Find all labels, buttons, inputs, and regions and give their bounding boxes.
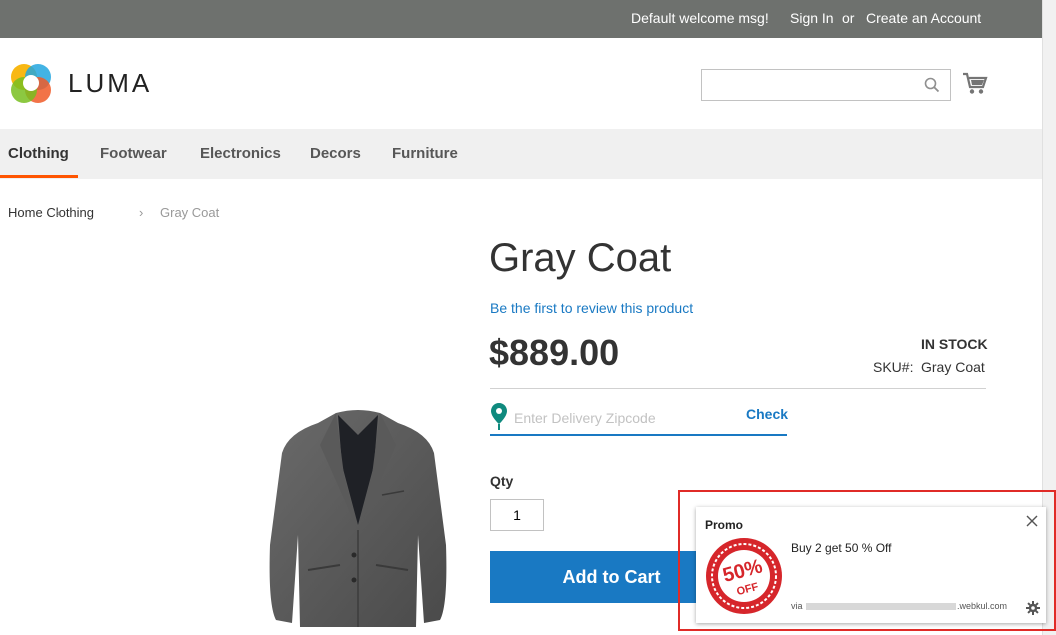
qty-input[interactable]	[490, 499, 544, 531]
brand-name: LUMA	[68, 68, 153, 98]
map-pin-icon	[490, 402, 508, 435]
luma-flower-icon	[11, 64, 51, 103]
welcome-message: Default welcome msg!	[631, 10, 769, 26]
breadcrumb-home[interactable]: Home	[8, 205, 43, 220]
search-box[interactable]	[701, 69, 951, 101]
nav-item-furniture[interactable]: Furniture	[392, 145, 458, 162]
nav-item-decors[interactable]: Decors	[310, 145, 361, 162]
sku-label: SKU#:	[873, 359, 914, 375]
breadcrumb-current: Gray Coat	[160, 205, 220, 220]
via-prefix: via	[791, 601, 803, 611]
promo-notification[interactable]: Promo 50% OFF Buy 2 get 50 % Off via .we…	[696, 507, 1046, 623]
review-link[interactable]: Be the first to review this product	[490, 300, 693, 316]
product-price: $889.00	[489, 332, 620, 373]
stock-status: IN STOCK	[921, 336, 988, 352]
gear-icon[interactable]	[1026, 601, 1040, 620]
nav-item-electronics[interactable]: Electronics	[200, 145, 281, 162]
discount-badge-icon: 50% OFF	[703, 535, 785, 622]
delivery-zipcode-checker: Check	[490, 402, 788, 436]
divider	[490, 388, 986, 389]
via-domain: .webkul.com	[957, 601, 1008, 611]
promo-message: Buy 2 get 50 % Off	[791, 541, 892, 555]
product-title: Gray Coat	[489, 236, 672, 280]
active-nav-indicator	[0, 175, 78, 178]
cart-icon[interactable]	[962, 72, 988, 101]
top-bar: Default welcome msg! Sign In or Create a…	[0, 0, 1042, 38]
nav-item-clothing[interactable]: Clothing	[8, 145, 69, 162]
breadcrumb-clothing[interactable]: Clothing	[46, 205, 94, 220]
sku-value: Gray Coat	[921, 359, 985, 375]
sign-in-link[interactable]: Sign In	[790, 10, 834, 26]
product-image[interactable]	[258, 405, 458, 635]
breadcrumb-separator: ›	[56, 205, 61, 220]
qty-label: Qty	[490, 473, 514, 489]
search-input[interactable]	[702, 70, 912, 100]
breadcrumb: Home › Clothing › Gray Coat	[8, 205, 219, 220]
create-account-link[interactable]: Create an Account	[866, 10, 981, 26]
zipcode-input[interactable]	[514, 406, 734, 430]
close-icon[interactable]	[1026, 514, 1038, 532]
check-button[interactable]: Check	[746, 406, 788, 422]
gray-coat-image	[269, 410, 447, 627]
main-nav: Clothing Footwear Electronics Decors Fur…	[0, 129, 1042, 179]
promo-title: Promo	[705, 518, 744, 532]
blurred-url	[806, 603, 957, 611]
or-text: or	[842, 10, 855, 26]
luma-logo[interactable]: LUMA	[8, 60, 158, 106]
promo-source: via .webkul.com	[791, 601, 1007, 611]
nav-item-footwear[interactable]: Footwear	[100, 145, 167, 162]
breadcrumb-separator: ›	[139, 205, 144, 220]
search-icon[interactable]	[924, 77, 940, 98]
